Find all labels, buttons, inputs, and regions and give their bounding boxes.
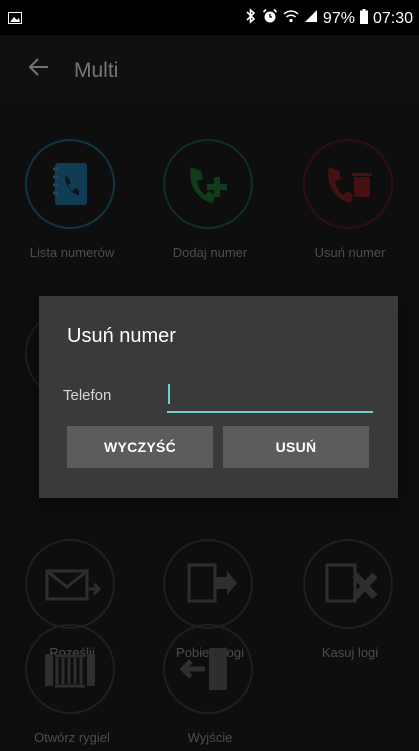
image-notification-icon (8, 11, 22, 29)
wifi-icon (283, 9, 299, 28)
dialog-title: Usuń numer (67, 325, 176, 347)
phone-field-label: Telefon (63, 387, 112, 404)
battery-percent: 97% (322, 9, 355, 27)
status-icons: 97% 07:30 (245, 8, 413, 29)
battery-icon (359, 8, 368, 29)
phone-input[interactable] (167, 383, 373, 413)
alarm-icon (262, 8, 278, 29)
bluetooth-icon (245, 8, 257, 29)
clear-button[interactable]: WYCZYŚĆ (67, 426, 213, 468)
signal-icon (304, 9, 318, 28)
delete-button[interactable]: USUŃ (223, 426, 369, 468)
delete-number-dialog: Usuń numer Telefon WYCZYŚĆ USUŃ (39, 296, 398, 498)
text-cursor (168, 384, 170, 404)
clock: 07:30 (372, 9, 413, 27)
status-bar: 97% 07:30 (0, 0, 419, 35)
